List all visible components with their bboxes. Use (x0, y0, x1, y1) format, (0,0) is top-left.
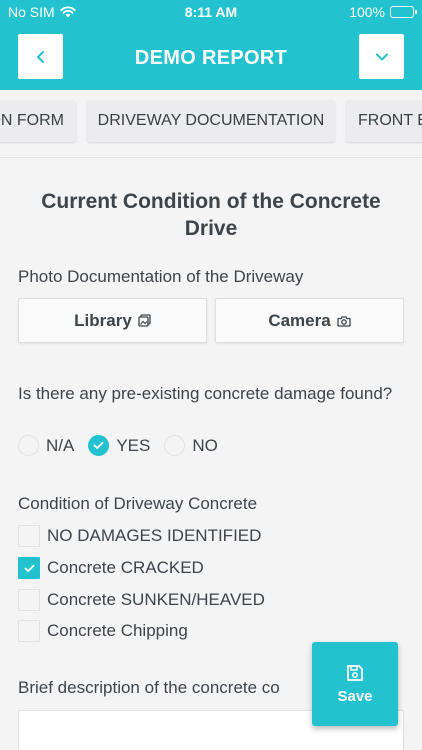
damage-question-label: Is there any pre-existing concrete damag… (18, 384, 393, 403)
radio-button[interactable] (164, 435, 186, 456)
camera-icon (337, 315, 351, 327)
library-label: Library (74, 310, 132, 330)
checkmark-icon (93, 441, 104, 449)
radio-label: N/A (46, 435, 75, 455)
checkbox-cracked[interactable]: Concrete CRACKED (18, 557, 204, 579)
library-button[interactable]: Library (18, 298, 207, 343)
checkbox-label: Concrete Chipping (47, 621, 188, 640)
description-label: Brief description of the concrete co (18, 678, 280, 697)
checkmark-icon (24, 564, 34, 572)
battery-icon (390, 6, 417, 18)
damage-radio-group: N/A YES NO (18, 435, 232, 456)
condition-label: Condition of Driveway Concrete (18, 494, 258, 513)
checkbox-label: Concrete CRACKED (47, 558, 204, 577)
checkbox[interactable] (18, 525, 40, 547)
gallery-icon (138, 314, 151, 327)
checkbox-label: NO DAMAGES IDENTIFIED (47, 526, 262, 545)
radio-label: YES (116, 435, 151, 455)
radio-option-yes[interactable]: YES (88, 435, 150, 456)
section-tabs: ON FORM DRIVEWAY DOCUMENTATION FRONT E (0, 90, 422, 158)
radio-label: NO (192, 435, 218, 455)
status-bar: No SIM 8:11 AM 100% (0, 0, 422, 24)
checkbox-no-damages[interactable]: NO DAMAGES IDENTIFIED (18, 525, 261, 547)
report-menu-button[interactable] (359, 34, 404, 79)
tab-driveway-documentation[interactable]: DRIVEWAY DOCUMENTATION (87, 100, 335, 142)
camera-label: Camera (268, 310, 331, 330)
radio-button[interactable] (18, 435, 39, 456)
camera-button[interactable]: Camera (215, 298, 404, 343)
checkbox-label: Concrete SUNKEN/HEAVED (47, 590, 265, 609)
chevron-down-icon (375, 53, 388, 60)
save-button[interactable]: Save (312, 642, 398, 726)
tab-inspection-form[interactable]: ON FORM (0, 100, 76, 142)
checkbox-sunken-heaved[interactable]: Concrete SUNKEN/HEAVED (18, 589, 265, 611)
app-header: DEMO REPORT (0, 24, 422, 90)
battery-percent: 100% (349, 4, 385, 20)
save-label: Save (337, 687, 373, 705)
checkbox-checked[interactable] (18, 557, 40, 579)
checkbox[interactable] (18, 620, 40, 642)
save-icon (347, 664, 363, 681)
radio-button-selected[interactable] (88, 435, 110, 456)
radio-option-no[interactable]: NO (164, 435, 218, 456)
tab-label: FRONT E (358, 112, 422, 129)
tab-front-elevation[interactable]: FRONT E (346, 100, 422, 142)
photo-documentation-label: Photo Documentation of the Driveway (18, 267, 304, 286)
section-title: Current Condition of the Concrete Drive (41, 190, 381, 240)
tab-label: DRIVEWAY DOCUMENTATION (97, 112, 325, 129)
radio-option-na[interactable]: N/A (18, 435, 74, 456)
battery-group: 100% (349, 4, 417, 20)
checkbox-chipping[interactable]: Concrete Chipping (18, 620, 188, 642)
checkbox[interactable] (18, 589, 40, 611)
tab-label: ON FORM (0, 112, 64, 129)
